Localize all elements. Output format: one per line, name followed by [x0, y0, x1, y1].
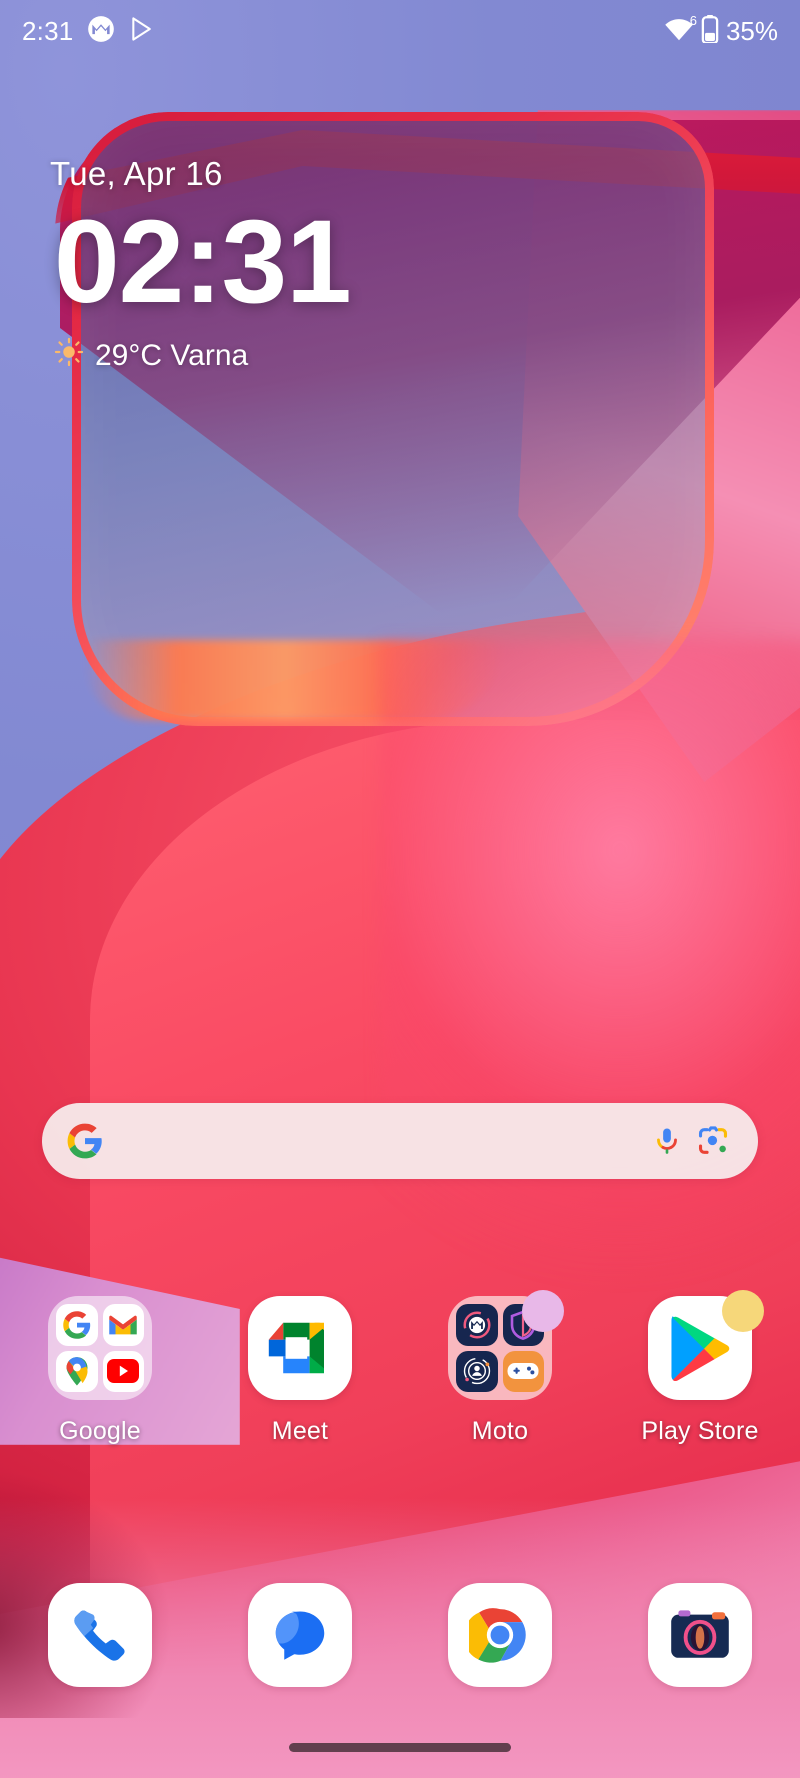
status-bar-right: 6 35% [664, 12, 778, 48]
google-search-bar[interactable] [42, 1103, 758, 1179]
app-cell-meet[interactable]: Meet [200, 1296, 400, 1456]
messages-icon[interactable] [248, 1583, 352, 1687]
dock-cell-camera[interactable] [600, 1580, 800, 1690]
wifi-generation-label: 6 [689, 12, 697, 28]
folder-badge-moto [522, 1290, 564, 1332]
play-store-notification-icon [129, 16, 155, 47]
google-meet-icon[interactable] [248, 1296, 352, 1400]
folder-preview-google[interactable] [48, 1296, 152, 1400]
app-grid-row: Google Meet Moto Play Store [0, 1290, 800, 1456]
battery-icon [701, 14, 719, 48]
youtube-icon [102, 1350, 144, 1392]
status-bar-left: 2:31 [22, 15, 155, 48]
moto-icon [456, 1304, 498, 1346]
clock-widget-date: Tue, Apr 16 [50, 155, 223, 192]
dock-cell-messages[interactable] [200, 1580, 400, 1690]
microphone-icon[interactable] [644, 1118, 690, 1164]
moto-account-icon [456, 1350, 498, 1392]
home-gesture-pill[interactable] [289, 1743, 511, 1752]
app-cell-play-store[interactable]: Play Store [600, 1290, 800, 1456]
clock-widget-time: 02:31 [54, 196, 352, 328]
app-play-store[interactable] [648, 1290, 764, 1400]
dock [0, 1580, 800, 1690]
app-label-meet: Meet [271, 1417, 329, 1445]
app-cell-moto[interactable]: Moto [400, 1290, 600, 1456]
battery-percent-label: 35% [725, 15, 778, 46]
google-g-icon [62, 1118, 108, 1164]
wifi-icon: 6 [664, 12, 697, 47]
chrome-icon[interactable] [448, 1583, 552, 1687]
wallpaper-sheen [380, 640, 800, 1340]
weather-row[interactable]: 29°C Varna [54, 337, 351, 375]
app-badge-play-store [722, 1290, 764, 1332]
folder-moto[interactable] [448, 1290, 564, 1400]
camera-icon[interactable] [648, 1583, 752, 1687]
app-label-moto: Moto [471, 1417, 529, 1445]
app-cell-google[interactable]: Google [0, 1296, 200, 1456]
dock-cell-chrome[interactable] [400, 1580, 600, 1690]
google-icon [56, 1304, 98, 1346]
maps-icon [56, 1350, 98, 1392]
motorola-icon [87, 15, 115, 48]
weather-label: 29°C Varna [95, 339, 249, 373]
sunny-icon [54, 337, 84, 375]
app-label-play-store: Play Store [641, 1417, 759, 1445]
gmail-icon [102, 1304, 144, 1346]
app-meet[interactable] [248, 1296, 352, 1400]
clock-widget[interactable]: Tue, Apr 16 02:31 29°C Varna [50, 155, 352, 375]
phone-icon[interactable] [48, 1583, 152, 1687]
status-bar[interactable]: 2:31 6 35% [0, 0, 800, 62]
google-lens-icon[interactable] [690, 1118, 736, 1164]
moto-gametime-icon [502, 1350, 544, 1392]
app-label-google: Google [59, 1417, 141, 1445]
dock-cell-phone[interactable] [0, 1580, 200, 1690]
status-bar-clock: 2:31 [22, 15, 74, 46]
folder-google[interactable] [48, 1296, 152, 1400]
